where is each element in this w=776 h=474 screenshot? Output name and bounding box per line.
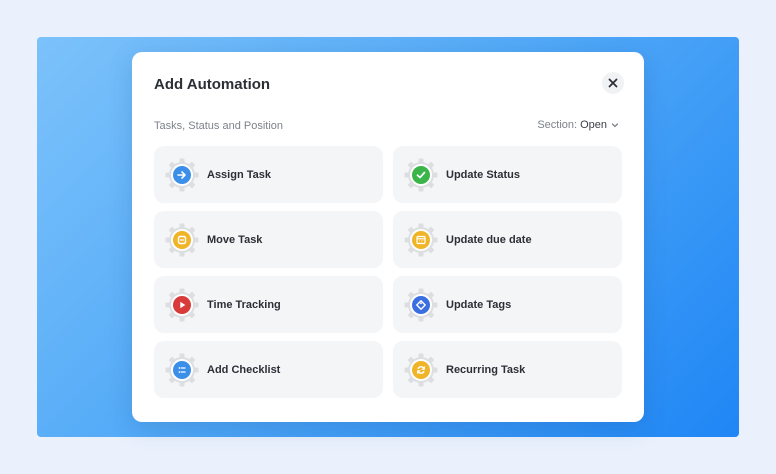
automation-dot — [173, 360, 191, 379]
automation-grid: Assign Task Update Status Move Task Update … — [154, 146, 622, 398]
close-button[interactable] — [602, 72, 624, 94]
automation-dot — [173, 230, 191, 249]
automation-card-update-tags[interactable]: Update Tags — [393, 276, 622, 333]
automation-card-assign-task[interactable]: Assign Task — [154, 146, 383, 203]
refresh-icon — [417, 365, 425, 374]
automation-card-add-checklist[interactable]: Add Checklist — [154, 341, 383, 398]
automation-label: Update Tags — [446, 298, 512, 311]
automation-dot — [173, 165, 191, 184]
automation-card-time-tracking[interactable]: Time Tracking — [154, 276, 383, 333]
automation-label: Recurring Task — [446, 363, 526, 376]
automation-card-update-status[interactable]: Update Status — [393, 146, 622, 203]
play-icon — [180, 301, 186, 308]
modal-title: Add Automation — [154, 76, 271, 93]
automation-card-recurring-task[interactable]: Recurring Task — [393, 341, 622, 398]
automation-label: Update Status — [446, 168, 520, 181]
tag-icon — [416, 299, 426, 310]
check-icon — [416, 171, 426, 178]
automation-label: Move Task — [207, 233, 263, 246]
automation-badge — [404, 288, 438, 322]
automation-badge — [165, 223, 199, 257]
automation-dot — [412, 165, 430, 184]
automation-badge — [165, 158, 199, 192]
automation-card-update-due-date[interactable]: Update due date — [393, 211, 622, 268]
section-dropdown-prefix: Section: — [537, 119, 578, 131]
automation-label: Time Tracking — [207, 298, 281, 311]
checklist-icon — [178, 366, 186, 373]
automation-badge — [404, 353, 438, 387]
section-heading: Tasks, Status and Position — [154, 120, 284, 132]
close-icon — [608, 78, 618, 88]
add-automation-modal: Add Automation Tasks, Status and Positio… — [132, 52, 644, 422]
automation-card-move-task[interactable]: Move Task — [154, 211, 383, 268]
arrow-right-icon — [177, 170, 186, 179]
automation-label: Assign Task — [207, 168, 271, 181]
calendar-icon — [416, 235, 426, 244]
automation-dot — [412, 230, 430, 249]
automation-badge — [165, 353, 199, 387]
automation-dot — [173, 295, 191, 314]
chevron-down-icon — [611, 123, 619, 128]
automation-label: Add Checklist — [207, 363, 281, 376]
move-task-icon — [177, 235, 187, 244]
automation-dot — [412, 295, 430, 314]
automation-badge — [165, 288, 199, 322]
section-dropdown[interactable]: Section: Open — [537, 119, 620, 131]
automation-dot — [412, 360, 430, 379]
automation-label: Update due date — [446, 233, 532, 246]
automation-badge — [404, 158, 438, 192]
automation-badge — [404, 223, 438, 257]
section-dropdown-value: Open — [580, 119, 607, 131]
